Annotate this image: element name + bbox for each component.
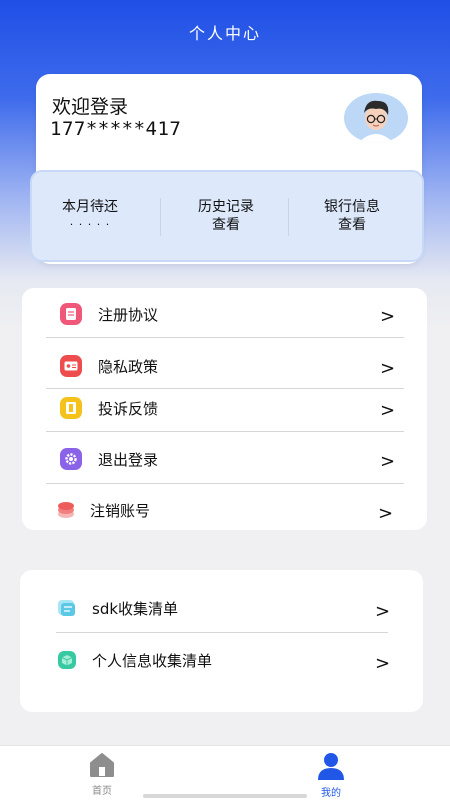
chevron-right-icon: > — [378, 503, 394, 524]
stat-value: · · · · · — [69, 218, 111, 231]
menu-label: 隐私政策 — [98, 357, 159, 376]
document-icon — [60, 303, 82, 325]
cube-icon — [56, 649, 78, 671]
divider — [46, 337, 404, 338]
chevron-right-icon: > — [380, 358, 396, 379]
menu-label: sdk收集清单 — [92, 599, 179, 618]
person-icon — [316, 752, 346, 783]
tab-mine[interactable]: 我的 — [316, 752, 346, 799]
divider — [56, 632, 388, 633]
chevron-right-icon: > — [380, 400, 396, 421]
divider — [160, 198, 161, 236]
avatar[interactable] — [344, 93, 408, 143]
menu-label: 注册协议 — [98, 305, 159, 324]
menu-item-register-agreement[interactable]: 注册协议 — [60, 294, 158, 334]
menu-label: 注销账号 — [90, 501, 151, 520]
page-title: 个人中心 — [188, 24, 261, 43]
stat-title: 本月待还 — [62, 199, 118, 215]
stat-bank-info[interactable]: 银行信息 查看 — [292, 170, 412, 262]
stat-history[interactable]: 历史记录 查看 — [166, 170, 286, 262]
id-card-icon — [60, 355, 82, 377]
menu-item-delete-account[interactable]: 注销账号 — [56, 490, 150, 530]
stat-value: 查看 — [338, 217, 366, 233]
welcome-text[interactable]: 欢迎登录 — [52, 92, 128, 119]
menu-label: 投诉反馈 — [98, 399, 159, 418]
chevron-right-icon: > — [380, 451, 396, 472]
avatar-icon — [351, 93, 401, 143]
ticket-icon — [60, 397, 82, 419]
menu-item-sdk-list[interactable]: sdk收集清单 — [56, 588, 178, 628]
menu-item-privacy-policy[interactable]: 隐私政策 — [60, 346, 158, 386]
home-indicator — [143, 794, 307, 798]
divider — [46, 483, 404, 484]
menu-label: 退出登录 — [98, 450, 159, 469]
chevron-right-icon: > — [375, 601, 391, 622]
home-icon — [88, 752, 116, 781]
stat-title: 银行信息 — [324, 199, 380, 215]
stat-value: 查看 — [212, 217, 240, 233]
tab-label: 首页 — [92, 786, 112, 797]
stack-icon — [56, 500, 76, 520]
chevron-right-icon: > — [375, 653, 391, 674]
menu-item-logout[interactable]: 退出登录 — [60, 439, 158, 479]
divider — [46, 431, 404, 432]
menu-label: 个人信息收集清单 — [92, 651, 213, 670]
tab-label: 我的 — [321, 788, 341, 799]
bottom-tab-bar — [0, 745, 450, 800]
tab-home[interactable]: 首页 — [88, 752, 116, 797]
menu-item-complaint-feedback[interactable]: 投诉反馈 — [60, 388, 158, 428]
chevron-right-icon: > — [380, 306, 396, 327]
stat-title: 历史记录 — [198, 199, 254, 215]
stat-monthly-due[interactable]: 本月待还 · · · · · — [30, 170, 150, 262]
phone-number: 177*****417 — [50, 118, 182, 140]
gear-icon — [60, 448, 82, 470]
list-icon — [56, 597, 78, 619]
divider — [288, 198, 289, 236]
menu-item-personal-info-list[interactable]: 个人信息收集清单 — [56, 640, 212, 680]
